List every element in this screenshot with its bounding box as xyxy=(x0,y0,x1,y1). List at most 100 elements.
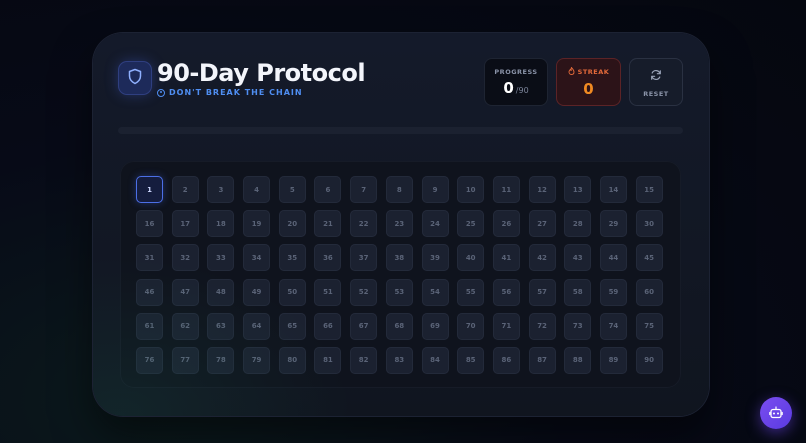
day-cell[interactable]: 32 xyxy=(171,244,199,272)
day-cell[interactable]: 35 xyxy=(278,244,306,272)
day-cell[interactable]: 67 xyxy=(350,312,378,340)
day-cell[interactable]: 57 xyxy=(528,278,556,306)
day-cell[interactable]: 60 xyxy=(635,278,663,306)
robot-icon xyxy=(769,404,783,423)
day-cell[interactable]: 25 xyxy=(457,210,485,238)
day-cell[interactable]: 76 xyxy=(136,346,163,374)
day-cell[interactable]: 36 xyxy=(314,244,342,272)
day-cell[interactable]: 70 xyxy=(457,312,485,340)
day-cell[interactable]: 71 xyxy=(492,312,520,340)
day-cell[interactable]: 17 xyxy=(171,210,199,238)
day-cell[interactable]: 66 xyxy=(314,312,342,340)
day-cell[interactable]: 89 xyxy=(599,346,627,374)
day-cell[interactable]: 79 xyxy=(243,346,271,374)
day-cell[interactable]: 55 xyxy=(457,278,485,306)
day-cell[interactable]: 73 xyxy=(564,312,592,340)
day-cell[interactable]: 38 xyxy=(385,244,413,272)
day-cell[interactable]: 62 xyxy=(171,312,199,340)
progress-stat: PROGRESS 0 /90 xyxy=(484,58,548,106)
day-cell[interactable]: 63 xyxy=(207,312,235,340)
tagline-text: DON'T BREAK THE CHAIN xyxy=(169,88,303,97)
day-cell[interactable]: 50 xyxy=(278,278,306,306)
day-cell[interactable]: 77 xyxy=(171,346,199,374)
day-cell[interactable]: 83 xyxy=(385,346,413,374)
shield-icon xyxy=(127,68,143,89)
day-cell[interactable]: 8 xyxy=(385,176,413,203)
day-cell[interactable]: 33 xyxy=(207,244,235,272)
day-cell[interactable]: 54 xyxy=(421,278,449,306)
day-cell[interactable]: 24 xyxy=(421,210,449,238)
day-cell[interactable]: 58 xyxy=(564,278,592,306)
day-cell[interactable]: 10 xyxy=(457,176,485,203)
day-cell-current[interactable]: 1 xyxy=(136,176,163,203)
day-cell[interactable]: 80 xyxy=(278,346,306,374)
day-cell[interactable]: 43 xyxy=(564,244,592,272)
day-cell[interactable]: 53 xyxy=(385,278,413,306)
day-cell[interactable]: 7 xyxy=(350,176,378,203)
day-cell[interactable]: 41 xyxy=(492,244,520,272)
day-cell[interactable]: 5 xyxy=(278,176,306,203)
day-cell[interactable]: 51 xyxy=(314,278,342,306)
day-cell[interactable]: 37 xyxy=(350,244,378,272)
day-cell[interactable]: 15 xyxy=(635,176,663,203)
day-cell[interactable]: 64 xyxy=(243,312,271,340)
refresh-icon xyxy=(650,66,662,85)
day-grid-panel: 1 2 3 4 5 6 7 8 9 10 11 12 13 14 15 16 17 18 19 20 21 22 23 24 2… xyxy=(120,161,681,388)
day-cell[interactable]: 87 xyxy=(528,346,556,374)
day-cell[interactable]: 48 xyxy=(207,278,235,306)
day-cell[interactable]: 44 xyxy=(599,244,627,272)
streak-value: 0 xyxy=(583,79,594,98)
day-cell[interactable]: 85 xyxy=(457,346,485,374)
day-cell[interactable]: 27 xyxy=(528,210,556,238)
day-cell[interactable]: 90 xyxy=(635,346,663,374)
day-cell[interactable]: 78 xyxy=(207,346,235,374)
day-cell[interactable]: 52 xyxy=(350,278,378,306)
day-cell[interactable]: 22 xyxy=(350,210,378,238)
day-cell[interactable]: 81 xyxy=(314,346,342,374)
day-cell[interactable]: 46 xyxy=(136,278,163,306)
day-cell[interactable]: 4 xyxy=(243,176,271,203)
day-cell[interactable]: 72 xyxy=(528,312,556,340)
day-cell[interactable]: 20 xyxy=(278,210,306,238)
day-cell[interactable]: 31 xyxy=(136,244,163,272)
day-cell[interactable]: 12 xyxy=(528,176,556,203)
day-cell[interactable]: 65 xyxy=(278,312,306,340)
assistant-button[interactable] xyxy=(760,397,792,429)
day-cell[interactable]: 82 xyxy=(350,346,378,374)
day-cell[interactable]: 21 xyxy=(314,210,342,238)
day-cell[interactable]: 61 xyxy=(136,312,163,340)
day-cell[interactable]: 13 xyxy=(564,176,592,203)
day-cell[interactable]: 59 xyxy=(599,278,627,306)
day-cell[interactable]: 3 xyxy=(207,176,235,203)
day-cell[interactable]: 69 xyxy=(421,312,449,340)
day-cell[interactable]: 34 xyxy=(243,244,271,272)
day-cell[interactable]: 30 xyxy=(635,210,663,238)
day-cell[interactable]: 74 xyxy=(599,312,627,340)
day-cell[interactable]: 68 xyxy=(385,312,413,340)
day-cell[interactable]: 75 xyxy=(635,312,663,340)
day-cell[interactable]: 39 xyxy=(421,244,449,272)
day-cell[interactable]: 18 xyxy=(207,210,235,238)
day-cell[interactable]: 47 xyxy=(171,278,199,306)
day-cell[interactable]: 40 xyxy=(457,244,485,272)
day-cell[interactable]: 86 xyxy=(492,346,520,374)
day-cell[interactable]: 9 xyxy=(421,176,449,203)
day-cell[interactable]: 28 xyxy=(564,210,592,238)
day-cell[interactable]: 29 xyxy=(599,210,627,238)
day-cell[interactable]: 16 xyxy=(136,210,163,238)
day-cell[interactable]: 49 xyxy=(243,278,271,306)
day-cell[interactable]: 2 xyxy=(171,176,199,203)
day-cell[interactable]: 42 xyxy=(528,244,556,272)
day-cell[interactable]: 26 xyxy=(492,210,520,238)
day-cell[interactable]: 84 xyxy=(421,346,449,374)
streak-label: STREAK xyxy=(577,67,610,76)
day-cell[interactable]: 11 xyxy=(492,176,520,203)
day-cell[interactable]: 14 xyxy=(599,176,627,203)
day-cell[interactable]: 19 xyxy=(243,210,271,238)
day-cell[interactable]: 45 xyxy=(635,244,663,272)
day-cell[interactable]: 56 xyxy=(492,278,520,306)
day-cell[interactable]: 6 xyxy=(314,176,342,203)
day-cell[interactable]: 88 xyxy=(564,346,592,374)
day-cell[interactable]: 23 xyxy=(385,210,413,238)
reset-button[interactable]: RESET xyxy=(629,58,683,106)
